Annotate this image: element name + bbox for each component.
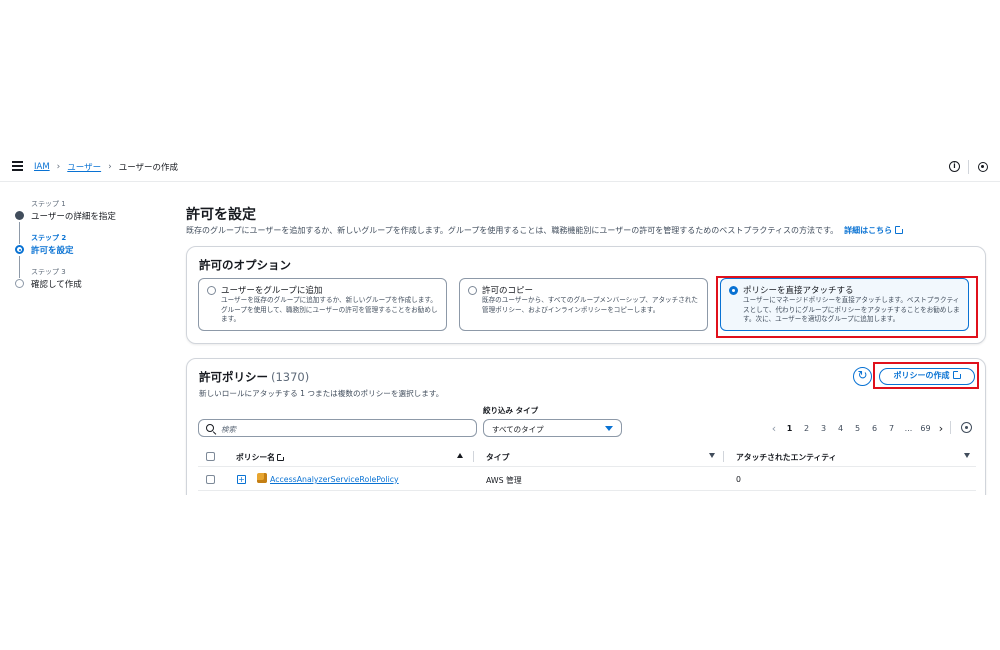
page-2[interactable]: 2 xyxy=(798,424,815,433)
policies-description: 新しいロールにアタッチする 1 つまたは複数のポリシーを選択します。 xyxy=(199,389,444,398)
step-label: ユーザーの詳細を指定 xyxy=(31,212,116,222)
policy-name-link[interactable]: AccessAnalyzerServiceRolePolicy xyxy=(270,475,399,484)
step-3[interactable]: ステップ 3 確認して作成 xyxy=(14,264,174,298)
chevron-right-icon: › xyxy=(56,162,61,172)
column-header-policy-name[interactable]: ポリシー名 xyxy=(236,452,285,463)
column-label: ポリシー名 xyxy=(236,453,275,462)
search-placeholder: 検索 xyxy=(221,425,236,434)
table-header: ポリシー名 タイプ アタッチされたエンティティ xyxy=(198,447,976,467)
type-filter-value: すべてのタイプ xyxy=(492,425,544,434)
type-filter-select[interactable]: すべてのタイプ xyxy=(483,419,622,437)
table-row: + AccessAnalyzerServiceRolePolicy AWS 管理… xyxy=(198,467,976,491)
step-current-icon xyxy=(15,245,24,254)
learn-more-link[interactable]: 詳細はこちら xyxy=(844,225,905,235)
row-checkbox[interactable] xyxy=(206,475,215,484)
page-7[interactable]: 7 xyxy=(883,424,900,433)
page-4[interactable]: 4 xyxy=(832,424,849,433)
page-description-text: 既存のグループにユーザーを追加するか、新しいグループを作成します。グループを使用… xyxy=(186,226,839,235)
breadcrumb-iam[interactable]: IAM xyxy=(34,162,50,172)
page-description: 既存のグループにユーザーを追加するか、新しいグループを作成します。グループを使用… xyxy=(186,225,905,236)
menu-icon[interactable] xyxy=(12,161,23,171)
page-5[interactable]: 5 xyxy=(849,424,866,433)
column-header-attached-entities[interactable]: アタッチされたエンティティ xyxy=(736,452,836,463)
highlight-box-attach-option xyxy=(716,276,978,338)
step-pending-icon xyxy=(15,279,24,288)
radio-button[interactable] xyxy=(468,286,477,295)
permission-options-title: 許可のオプション xyxy=(199,258,291,272)
option-add-to-group[interactable]: ユーザーをグループに追加 ユーザーを既存のグループに追加するか、新しいグループを… xyxy=(198,278,447,331)
chevron-right-icon: › xyxy=(108,162,112,172)
table-settings-gear-icon[interactable] xyxy=(961,422,972,433)
wizard-steps: ステップ 1 ユーザーの詳細を指定 ステップ 2 許可を設定 ステップ 3 確認… xyxy=(14,196,174,298)
top-bar: IAM › ユーザー › ユーザーの作成 i xyxy=(0,152,1000,182)
page-ellipsis: ... xyxy=(904,424,913,433)
step-label: 確認して作成 xyxy=(31,280,82,290)
column-header-type[interactable]: タイプ xyxy=(486,452,509,463)
page-6[interactable]: 6 xyxy=(866,424,883,433)
expand-icon[interactable]: + xyxy=(237,475,246,484)
step-1[interactable]: ステップ 1 ユーザーの詳細を指定 xyxy=(14,196,174,244)
breadcrumb-users[interactable]: ユーザー xyxy=(67,161,101,173)
external-link-icon xyxy=(276,453,285,461)
refresh-button[interactable]: ↻ xyxy=(853,367,872,386)
divider xyxy=(950,421,951,434)
policy-type: AWS 管理 xyxy=(486,476,522,485)
sort-icon[interactable] xyxy=(964,453,970,458)
pagination: ‹ 1 2 3 4 5 6 7 ... 69 › xyxy=(767,422,948,435)
policies-title: 許可ポリシー (1370) xyxy=(199,369,309,385)
attached-entities-count: 0 xyxy=(736,475,741,484)
external-link-icon xyxy=(895,225,905,234)
step-number: ステップ 1 xyxy=(31,200,66,208)
divider xyxy=(968,160,969,174)
option-copy-permissions[interactable]: 許可のコピー 既存のユーザーから、すべてのグループメンバーシップ、アタッチされた… xyxy=(459,278,708,331)
policies-title-text: 許可ポリシー xyxy=(199,370,268,384)
breadcrumb-current: ユーザーの作成 xyxy=(118,163,179,173)
pagination-prev[interactable]: ‹ xyxy=(767,422,781,435)
sort-icon[interactable] xyxy=(709,453,715,458)
aws-managed-cube-icon xyxy=(257,473,267,483)
page-1[interactable]: 1 xyxy=(781,424,798,433)
gear-icon[interactable] xyxy=(978,162,988,172)
select-all-checkbox[interactable] xyxy=(206,452,215,461)
page-69[interactable]: 69 xyxy=(917,424,934,433)
column-divider xyxy=(473,451,474,462)
highlight-box-create-policy xyxy=(873,362,979,389)
search-icon xyxy=(206,424,214,432)
sort-ascending-icon[interactable] xyxy=(457,453,463,458)
caret-down-icon xyxy=(605,426,613,431)
step-number: ステップ 2 xyxy=(31,234,67,242)
permission-policies-card: 許可ポリシー (1370) 新しいロールにアタッチする 1 つまたは複数のポリシー… xyxy=(186,358,986,495)
filter-type-label: 絞り込み タイプ xyxy=(483,406,539,415)
iam-console-screen: IAM › ユーザー › ユーザーの作成 i ステップ 1 ユーザーの詳細を指定… xyxy=(0,152,1000,495)
option-description: ユーザーを既存のグループに追加するか、新しいグループを作成します。グループを使用… xyxy=(221,296,438,324)
option-title: 許可のコピー xyxy=(482,286,534,296)
step-number: ステップ 3 xyxy=(31,268,66,276)
step-done-icon xyxy=(15,211,24,220)
page-3[interactable]: 3 xyxy=(815,424,832,433)
search-input[interactable]: 検索 xyxy=(198,419,477,437)
info-icon[interactable]: i xyxy=(949,161,960,172)
option-description: 既存のユーザーから、すべてのグループメンバーシップ、アタッチされた管理ポリシー、… xyxy=(482,296,699,314)
pagination-next[interactable]: › xyxy=(934,422,948,435)
policies-count: (1370) xyxy=(271,370,310,384)
radio-button[interactable] xyxy=(207,286,216,295)
learn-more-label: 詳細はこちら xyxy=(844,226,893,235)
column-divider xyxy=(723,451,724,462)
step-2[interactable]: ステップ 2 許可を設定 xyxy=(14,230,174,278)
breadcrumb: IAM › ユーザー › ユーザーの作成 xyxy=(34,161,178,173)
step-label: 許可を設定 xyxy=(31,246,74,256)
page-title: 許可を設定 xyxy=(186,207,256,223)
option-title: ユーザーをグループに追加 xyxy=(221,286,323,296)
